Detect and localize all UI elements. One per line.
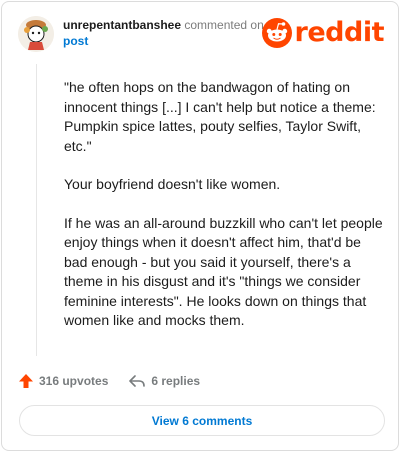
reddit-logo-icon <box>261 18 292 48</box>
reddit-wordmark: reddit <box>294 17 385 48</box>
comment-paragraph: "he often hops on the bandwagon of hatin… <box>64 79 376 154</box>
upvote-button[interactable]: 316 upvotes <box>18 373 108 389</box>
comment-actions: 316 upvotes 6 replies <box>18 371 200 391</box>
reply-count: 6 replies <box>151 374 201 388</box>
comment-paragraph: If he was an all-around buzzkill who can… <box>64 214 383 329</box>
upvote-count: 316 upvotes <box>39 374 109 388</box>
comment-meta: unrepentantbanshee commented on post <box>63 17 264 49</box>
comment-body: "he often hops on the bandwagon of hatin… <box>64 78 386 350</box>
thread-line[interactable] <box>36 64 37 356</box>
commented-on-label: commented on <box>184 18 264 32</box>
avatar-icon[interactable] <box>18 16 54 52</box>
username-link[interactable]: unrepentantbanshee <box>63 18 181 32</box>
comment-card: unrepentantbanshee commented on post red… <box>1 1 399 451</box>
reddit-logo[interactable]: reddit <box>261 17 385 48</box>
comment-paragraph: Your boyfriend doesn't like women. <box>64 176 281 192</box>
comment-header: unrepentantbanshee commented on post red… <box>18 14 385 54</box>
view-comments-button[interactable]: View 6 comments <box>19 405 385 436</box>
upvote-arrow-icon <box>19 374 33 388</box>
reply-arrow-icon <box>129 375 146 387</box>
replies-button[interactable]: 6 replies <box>128 373 200 389</box>
post-link[interactable]: post <box>63 33 264 49</box>
